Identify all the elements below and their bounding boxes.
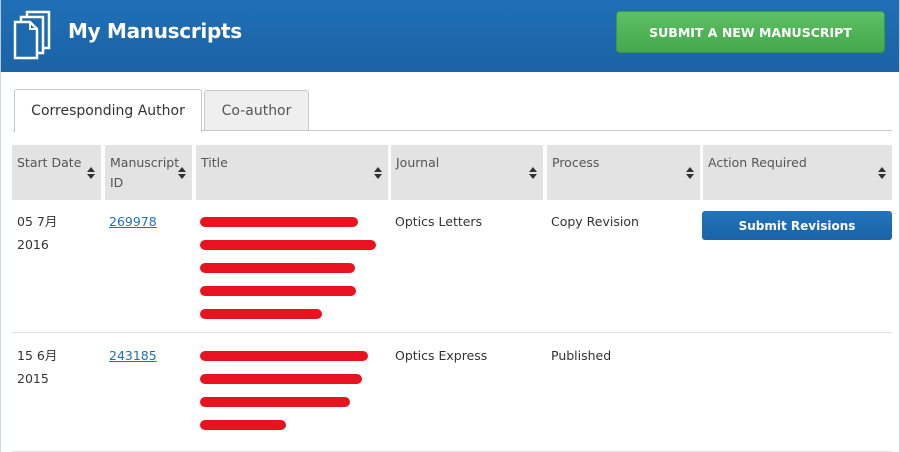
journal-cell: Optics Letters bbox=[395, 214, 483, 229]
redaction-mark bbox=[200, 351, 368, 361]
page-header: My Manuscripts SUBMIT A NEW MANUSCRIPT bbox=[0, 0, 900, 72]
column-header-title[interactable]: Title bbox=[196, 145, 388, 200]
submit-revisions-button[interactable]: Submit Revisions bbox=[702, 211, 892, 240]
manuscript-id-cell: 269978 bbox=[109, 210, 157, 233]
column-label: Process bbox=[552, 155, 600, 170]
title-link-line[interactable] bbox=[200, 233, 380, 256]
row-divider bbox=[12, 332, 892, 333]
sort-icon bbox=[529, 167, 537, 179]
column-header-process[interactable]: Process bbox=[547, 145, 700, 200]
sort-icon bbox=[178, 167, 186, 179]
redaction-mark bbox=[200, 217, 358, 227]
tab-co-author[interactable]: Co-author bbox=[204, 90, 309, 130]
title-cell bbox=[200, 344, 380, 436]
title-link-line[interactable] bbox=[200, 413, 380, 436]
redaction-mark bbox=[200, 397, 350, 407]
column-label: Title bbox=[201, 155, 228, 170]
column-header-start-date[interactable]: Start Date bbox=[12, 145, 101, 200]
column-label: Action Required bbox=[708, 155, 807, 170]
journal-cell: Optics Express bbox=[395, 348, 488, 363]
title-link-line[interactable] bbox=[200, 344, 380, 367]
sort-icon bbox=[374, 167, 382, 179]
title-link-line[interactable] bbox=[200, 256, 380, 279]
redaction-mark bbox=[200, 240, 376, 250]
sort-icon bbox=[878, 167, 886, 179]
title-link-line[interactable] bbox=[200, 210, 380, 233]
start-date-year: 2016 bbox=[17, 237, 49, 252]
submit-new-manuscript-button[interactable]: SUBMIT A NEW MANUSCRIPT bbox=[616, 11, 885, 53]
documents-icon bbox=[13, 10, 51, 60]
manuscripts-panel: Corresponding Author Co-author Start Dat… bbox=[0, 72, 900, 452]
title-link-line[interactable] bbox=[200, 279, 380, 302]
title-cell bbox=[200, 210, 380, 325]
title-link-line[interactable] bbox=[200, 367, 380, 390]
start-date-year: 2015 bbox=[17, 371, 49, 386]
table-row: 05 7月 2016 269978 Optics Letters Copy Re… bbox=[12, 200, 892, 333]
redaction-mark bbox=[200, 263, 355, 273]
column-header-manuscript-id[interactable]: Manuscript ID bbox=[105, 145, 192, 200]
process-cell: Published bbox=[551, 348, 612, 363]
start-date-cell: 15 6月 2015 bbox=[17, 344, 97, 390]
start-date-day: 05 7月 bbox=[17, 214, 58, 229]
process-cell: Copy Revision bbox=[551, 214, 639, 229]
tab-corresponding-author[interactable]: Corresponding Author bbox=[14, 89, 202, 132]
redaction-mark bbox=[200, 420, 286, 430]
redaction-mark bbox=[200, 286, 356, 296]
title-link-line[interactable] bbox=[200, 390, 380, 413]
title-link-line[interactable] bbox=[200, 302, 380, 325]
redaction-mark bbox=[200, 309, 322, 319]
sort-icon bbox=[686, 167, 694, 179]
column-header-action-required[interactable]: Action Required bbox=[703, 145, 892, 200]
sort-icon bbox=[87, 167, 95, 179]
manuscript-id-link[interactable]: 269978 bbox=[109, 214, 157, 229]
page-title: My Manuscripts bbox=[68, 19, 242, 43]
manuscript-id-cell: 243185 bbox=[109, 344, 157, 367]
redaction-mark bbox=[200, 374, 362, 384]
column-header-journal[interactable]: Journal bbox=[391, 145, 543, 200]
column-label: Journal bbox=[396, 155, 440, 170]
table-row: 15 6月 2015 243185 Optics Express Publish… bbox=[12, 334, 892, 452]
start-date-day: 15 6月 bbox=[17, 348, 58, 363]
manuscript-id-link[interactable]: 243185 bbox=[109, 348, 157, 363]
start-date-cell: 05 7月 2016 bbox=[17, 210, 97, 256]
